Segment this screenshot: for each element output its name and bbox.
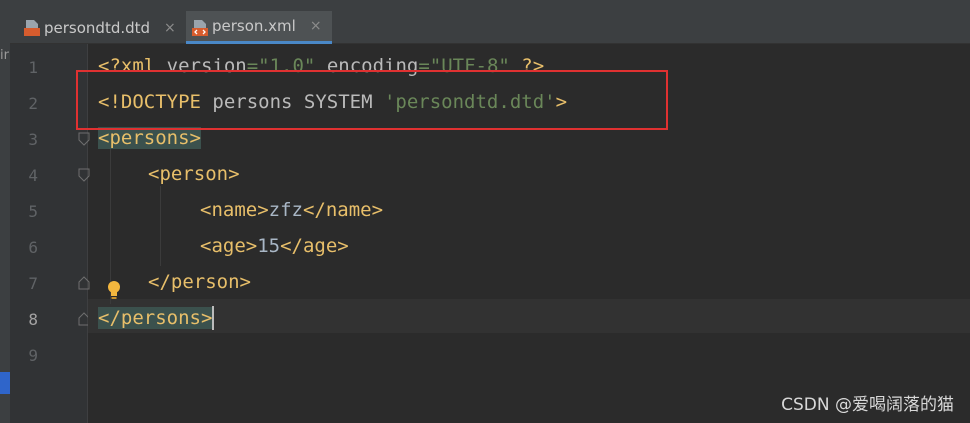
side-text: ir: [0, 48, 9, 63]
token: zfz: [268, 199, 303, 221]
code-line-5: <name>zfz</name>: [200, 198, 383, 222]
side-marker: [0, 372, 10, 394]
highlight-annotation-box: [76, 70, 668, 130]
token: </persons>: [98, 307, 213, 329]
token: 15: [257, 235, 281, 257]
token: <age>: [200, 235, 258, 257]
tab-bar-edge: [0, 11, 10, 44]
code-line-4: <person>: [148, 162, 240, 186]
lightbulb-icon[interactable]: [106, 280, 122, 300]
token: <person>: [148, 163, 240, 185]
code-line-7: </person>: [148, 270, 251, 294]
tab-label: persondtd.dtd: [44, 18, 151, 37]
line-number: 3: [28, 130, 38, 149]
line-number: 5: [28, 202, 38, 221]
text-cursor: [212, 306, 215, 330]
xml-file-icon: [192, 20, 208, 36]
code-line-8: </persons>: [98, 306, 215, 330]
line-number: 1: [28, 58, 38, 77]
dtd-file-icon: [24, 20, 40, 36]
editor-tab-bar: persondtd.dtd × person.xml ×: [0, 0, 970, 44]
line-number: 6: [28, 238, 38, 257]
token: </name>: [302, 199, 384, 221]
token: </person>: [148, 271, 251, 293]
watermark: CSDN @爱喝阔落的猫: [781, 395, 954, 415]
indent-guide: [160, 186, 161, 266]
tab-persondtd-dtd[interactable]: persondtd.dtd ×: [18, 11, 184, 44]
line-number: 4: [28, 166, 38, 185]
left-tool-strip: ir: [0, 44, 10, 423]
line-number: 2: [28, 94, 38, 113]
code-line-6: <age>15</age>: [200, 234, 349, 258]
tab-person-xml[interactable]: person.xml ×: [186, 11, 332, 44]
token: </age>: [280, 235, 349, 257]
line-number: 7: [28, 274, 38, 293]
current-line-highlight: [88, 299, 970, 333]
line-number: 9: [28, 346, 38, 365]
close-icon[interactable]: ×: [310, 18, 322, 34]
token: <persons>: [98, 127, 201, 149]
token: <name>: [200, 199, 269, 221]
close-icon[interactable]: ×: [164, 20, 176, 36]
line-number-current: 8: [28, 310, 38, 329]
tab-label: person.xml: [212, 17, 296, 35]
